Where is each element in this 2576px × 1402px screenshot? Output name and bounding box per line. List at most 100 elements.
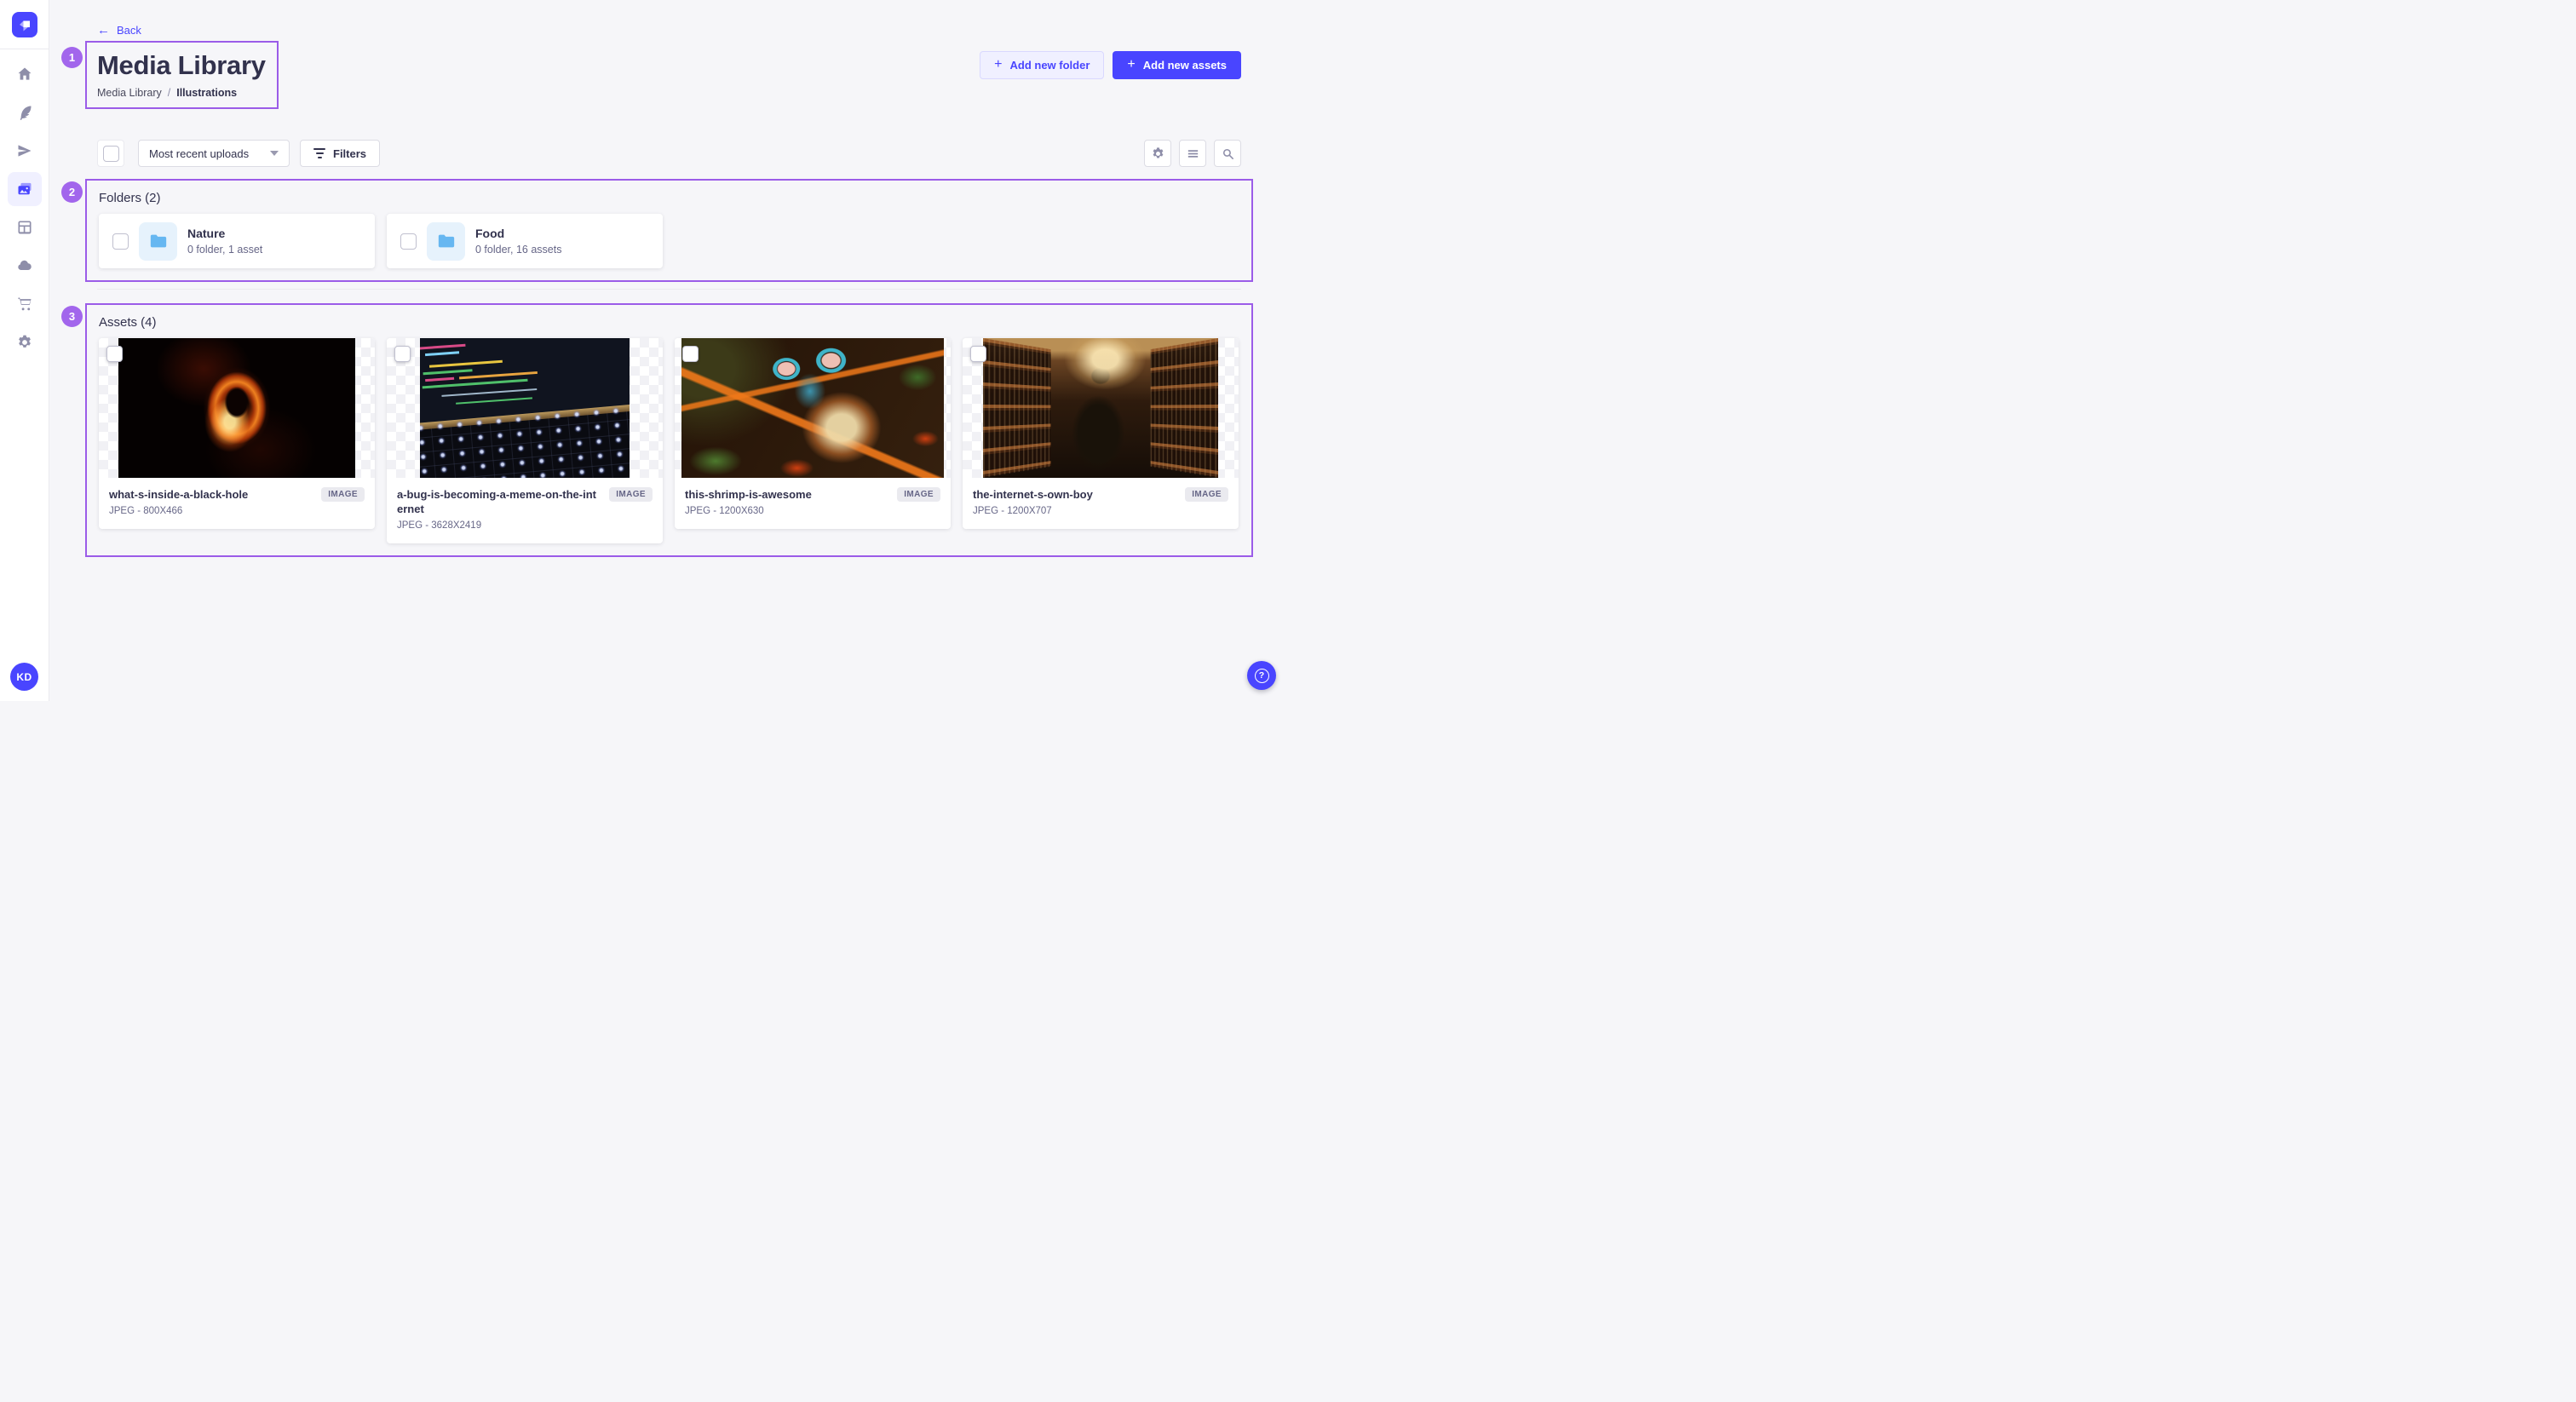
sidebar-item-marketplace[interactable] (8, 287, 42, 321)
asset-checkbox[interactable] (682, 346, 699, 362)
select-all-container (97, 140, 124, 167)
cart-icon (16, 296, 33, 313)
asset-info: the-internet-s-own-boy JPEG - 1200X707 I… (963, 478, 1239, 529)
asset-checkbox[interactable] (970, 346, 986, 362)
search-icon (1221, 147, 1235, 161)
sort-dropdown-value: Most recent uploads (149, 147, 249, 160)
library-portrait-image (983, 338, 1218, 478)
asset-name: a-bug-is-becoming-a-meme-on-the-internet (397, 487, 601, 516)
black-hole-image (118, 338, 355, 478)
asset-card-black-hole[interactable]: what-s-inside-a-black-hole JPEG - 800X46… (99, 338, 375, 529)
filters-label: Filters (333, 147, 366, 160)
chevron-down-icon (270, 151, 279, 156)
sidebar-item-releases[interactable] (8, 134, 42, 168)
sort-dropdown[interactable]: Most recent uploads (138, 140, 290, 167)
asset-name: what-s-inside-a-black-hole (109, 487, 248, 502)
sidebar-item-deploy[interactable] (8, 249, 42, 283)
folders-heading: Folders (2) (99, 191, 1239, 205)
user-avatar[interactable]: KD (10, 663, 38, 691)
folder-checkbox[interactable] (400, 233, 417, 250)
folder-list: Nature 0 folder, 1 asset Food 0 folder, … (99, 214, 1239, 268)
folder-card-food[interactable]: Food 0 folder, 16 assets (387, 214, 663, 268)
help-button[interactable]: ? (1247, 661, 1276, 690)
assets-heading: Assets (4) (99, 315, 1239, 330)
folder-checkbox[interactable] (112, 233, 129, 250)
asset-thumbnail (963, 338, 1239, 478)
settings-button[interactable] (1144, 140, 1171, 167)
asset-meta: JPEG - 1200X707 (973, 506, 1093, 516)
section-divider (97, 289, 1241, 290)
folder-texts: Nature 0 folder, 1 asset (187, 227, 262, 256)
asset-type-badge: IMAGE (1185, 487, 1228, 502)
cloud-icon (16, 257, 33, 274)
home-icon (16, 66, 33, 83)
list-icon (1186, 147, 1200, 161)
asset-card-bug-meme[interactable]: a-bug-is-becoming-a-meme-on-the-internet… (387, 338, 663, 543)
folder-meta: 0 folder, 1 asset (187, 244, 262, 256)
header-actions: + Add new folder + Add new assets (980, 51, 1241, 79)
asset-thumbnail (675, 338, 951, 478)
back-link[interactable]: ← Back (97, 24, 141, 37)
asset-meta: JPEG - 3628X2419 (397, 520, 601, 531)
help-icon: ? (1255, 669, 1269, 683)
asset-list: what-s-inside-a-black-hole JPEG - 800X46… (99, 338, 1239, 543)
add-new-folder-button[interactable]: + Add new folder (980, 51, 1104, 79)
plus-icon: + (994, 58, 1002, 72)
asset-info: this-shrimp-is-awesome JPEG - 1200X630 I… (675, 478, 951, 529)
asset-name: the-internet-s-own-boy (973, 487, 1093, 502)
filter-icon (313, 148, 325, 158)
sidebar-nav (8, 57, 42, 359)
asset-type-badge: IMAGE (609, 487, 653, 502)
asset-meta: JPEG - 1200X630 (685, 506, 812, 516)
sidebar-item-home[interactable] (8, 57, 42, 91)
search-button[interactable] (1214, 140, 1241, 167)
asset-thumbnail (387, 338, 663, 478)
asset-card-internets-own-boy[interactable]: the-internet-s-own-boy JPEG - 1200X707 I… (963, 338, 1239, 529)
sidebar-item-media-library[interactable] (8, 172, 42, 206)
folder-card-nature[interactable]: Nature 0 folder, 1 asset (99, 214, 375, 268)
asset-type-badge: IMAGE (897, 487, 940, 502)
sidebar-item-settings[interactable] (8, 325, 42, 359)
layout-icon (16, 219, 33, 236)
asset-checkbox[interactable] (394, 346, 411, 362)
folder-name: Food (475, 227, 561, 240)
filters-button[interactable]: Filters (300, 140, 380, 167)
main-content: ← Back 1 Media Library Media Library / I… (49, 0, 1288, 701)
media-library-icon (16, 181, 33, 198)
folder-icon (437, 232, 456, 250)
bookshelf-left (983, 338, 1050, 478)
annotation-step-3: 3 (61, 306, 83, 327)
sidebar-item-content-manager[interactable] (8, 95, 42, 129)
list-view-button[interactable] (1179, 140, 1206, 167)
strapi-logo[interactable] (12, 12, 37, 37)
strapi-logo-icon (17, 17, 32, 32)
folder-icon (149, 232, 168, 250)
annotation-box-3: 3 Assets (4) what-s-inside-a-black-hole … (85, 303, 1253, 557)
folder-icon-container (427, 222, 465, 261)
add-new-assets-label: Add new assets (1143, 59, 1227, 72)
bookshelf-right (1151, 338, 1218, 478)
annotation-box-2: 2 Folders (2) Nature 0 folder, 1 asset (85, 179, 1253, 282)
page-title: Media Library (97, 50, 266, 81)
asset-card-shrimp[interactable]: this-shrimp-is-awesome JPEG - 1200X630 I… (675, 338, 951, 529)
view-controls (1144, 140, 1241, 167)
mantis-shrimp-image (681, 338, 944, 478)
folder-meta: 0 folder, 16 assets (475, 244, 561, 256)
back-label: Back (117, 24, 141, 37)
asset-thumbnail (99, 338, 375, 478)
add-new-assets-button[interactable]: + Add new assets (1113, 51, 1241, 79)
toolbar: Most recent uploads Filters (97, 140, 1241, 167)
folder-icon-container (139, 222, 177, 261)
asset-meta: JPEG - 800X466 (109, 506, 248, 516)
asset-name: this-shrimp-is-awesome (685, 487, 812, 502)
sidebar-item-content-type-builder[interactable] (8, 210, 42, 244)
gear-icon (16, 334, 33, 351)
asset-type-badge: IMAGE (321, 487, 365, 502)
gear-icon (1151, 147, 1165, 161)
annotation-step-2: 2 (61, 181, 83, 203)
breadcrumb-parent[interactable]: Media Library (97, 87, 162, 99)
back-arrow-icon: ← (97, 24, 110, 37)
select-all-checkbox[interactable] (103, 146, 119, 162)
folder-texts: Food 0 folder, 16 assets (475, 227, 561, 256)
asset-checkbox[interactable] (106, 346, 123, 362)
